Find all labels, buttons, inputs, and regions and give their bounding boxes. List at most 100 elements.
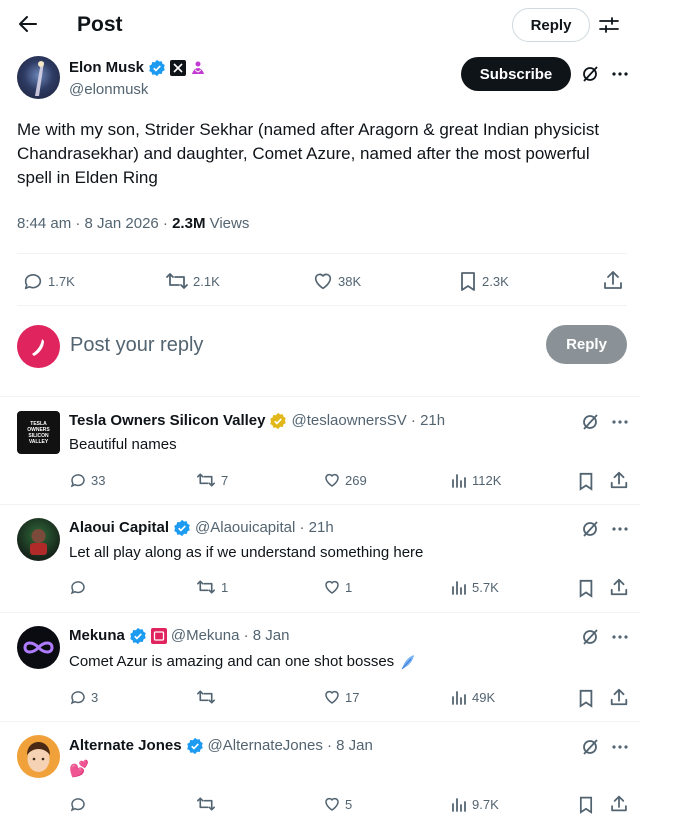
views-chart-icon: [450, 795, 468, 813]
bookmark-icon[interactable]: [577, 578, 595, 598]
reply-action[interactable]: 3: [69, 688, 98, 706]
heart-icon: [323, 688, 341, 706]
repost-icon: [195, 688, 217, 706]
heart-icon: [323, 795, 341, 813]
like-action[interactable]: 269: [323, 471, 367, 489]
verified-badge-icon: [186, 737, 204, 755]
reply-icon: [22, 270, 44, 292]
avatar-logo-text: TESLA OWNERS SILICON VALLEY: [27, 420, 50, 445]
post-meta: 8:44 am · 8 Jan 2026 · 2.3M Views: [17, 214, 249, 234]
reply-author-name[interactable]: Alaoui Capital: [69, 518, 169, 538]
author-name[interactable]: Elon Musk: [69, 58, 144, 78]
views-action[interactable]: 49K: [450, 688, 495, 706]
more-options-icon[interactable]: [610, 737, 630, 757]
reply-text-row: Comet Azur is amazing and can one shot b…: [69, 652, 417, 672]
like-action[interactable]: 17: [323, 688, 359, 706]
views-action[interactable]: 9.7K: [450, 795, 499, 813]
reply-action[interactable]: [69, 795, 91, 813]
repost-action[interactable]: [195, 688, 221, 706]
reply-header: Tesla Owners Silicon Valley @teslaowners…: [69, 411, 445, 431]
reply-handle-time[interactable]: @Alaouicapital · 21h: [195, 518, 334, 538]
reply-icon: [69, 688, 87, 706]
like-action[interactable]: 38K: [312, 270, 361, 292]
repost-action[interactable]: [195, 795, 221, 813]
reply-count: 1.7K: [48, 273, 75, 289]
more-options-icon[interactable]: [610, 519, 630, 539]
like-action[interactable]: 1: [323, 578, 352, 596]
reply-input[interactable]: Post your reply: [70, 332, 203, 358]
reply-action[interactable]: 33: [69, 471, 105, 489]
reply-handle-time[interactable]: @teslaownersSV · 21h: [291, 411, 445, 431]
divider: [17, 305, 627, 306]
bookmark-icon[interactable]: [577, 688, 595, 708]
reply-avatar[interactable]: TESLA OWNERS SILICON VALLEY: [17, 411, 60, 454]
divider: [17, 253, 627, 254]
reply-avatar[interactable]: [17, 626, 60, 669]
like-action[interactable]: 5: [323, 795, 352, 813]
share-icon: [602, 269, 624, 291]
share-icon[interactable]: [609, 577, 629, 597]
repost-count: 7: [221, 472, 229, 488]
reply-action[interactable]: [69, 578, 91, 596]
heart-icon: [312, 270, 334, 292]
subscribe-button[interactable]: Subscribe: [461, 57, 571, 91]
share-action[interactable]: [602, 269, 624, 291]
grok-icon[interactable]: [580, 519, 600, 539]
back-arrow-icon[interactable]: [16, 12, 40, 36]
repost-icon: [165, 270, 189, 292]
reply-text: Beautiful names: [69, 436, 177, 453]
verified-badge-icon: [173, 519, 191, 537]
share-icon[interactable]: [609, 794, 629, 813]
repost-icon: [195, 471, 217, 489]
filter-settings-icon[interactable]: [598, 14, 620, 36]
like-count: 1: [345, 579, 353, 595]
reply-avatar[interactable]: [17, 518, 60, 561]
divider: [0, 721, 640, 722]
views-action[interactable]: 112K: [450, 471, 501, 489]
views-chart-icon: [450, 471, 468, 489]
repost-action[interactable]: 1: [195, 578, 228, 596]
bookmark-icon[interactable]: [577, 471, 595, 491]
repost-count: 2.1K: [193, 273, 220, 289]
grok-icon[interactable]: [580, 412, 600, 432]
grok-icon[interactable]: [580, 737, 600, 757]
like-count: 17: [345, 689, 360, 705]
more-options-icon[interactable]: [610, 412, 630, 432]
bookmark-icon[interactable]: [577, 795, 595, 814]
reply-author-name[interactable]: Alternate Jones: [69, 736, 182, 756]
post-time[interactable]: 8:44 am · 8 Jan 2026 ·: [17, 215, 172, 232]
reply-author-name[interactable]: Mekuna: [69, 626, 125, 646]
repost-action[interactable]: 7: [195, 471, 228, 489]
views-chart-icon: [450, 578, 468, 596]
x-affiliate-badge-icon: [170, 60, 187, 76]
reply-handle-time[interactable]: @AlternateJones · 8 Jan: [208, 736, 373, 756]
more-options-icon[interactable]: [610, 627, 630, 647]
share-icon[interactable]: [609, 687, 629, 707]
reply-handle-time[interactable]: @Mekuna · 8 Jan: [171, 626, 290, 646]
divider: [0, 396, 640, 397]
repost-action[interactable]: 2.1K: [165, 270, 220, 292]
grok-icon[interactable]: [580, 64, 600, 84]
author-avatar[interactable]: [17, 56, 60, 99]
more-options-icon[interactable]: [610, 64, 630, 84]
reply-action[interactable]: 1.7K: [22, 270, 75, 292]
divider: [0, 612, 640, 613]
views-count: 9.7K: [472, 796, 499, 812]
reply-author-name[interactable]: Tesla Owners Silicon Valley: [69, 411, 265, 431]
post-text: Me with my son, Strider Sekhar (named af…: [17, 120, 600, 187]
reply-submit-button[interactable]: Reply: [546, 325, 627, 364]
views-action[interactable]: 5.7K: [450, 578, 499, 596]
views-chart-icon: [450, 688, 468, 706]
grok-icon[interactable]: [580, 627, 600, 647]
reply-text: Comet Azur is amazing and can one shot b…: [69, 653, 395, 670]
reply-header-button[interactable]: Reply: [512, 8, 590, 42]
bookmark-action[interactable]: 2.3K: [458, 270, 509, 292]
feather-emoji-icon: [399, 653, 417, 671]
verified-badge-icon: [148, 59, 166, 77]
bookmark-icon: [458, 270, 478, 292]
reply-avatar[interactable]: [17, 735, 60, 778]
author-handle[interactable]: @elonmusk: [69, 80, 148, 100]
share-icon[interactable]: [609, 470, 629, 490]
reply-header: Alternate Jones @AlternateJones · 8 Jan: [69, 736, 373, 756]
user-avatar[interactable]: [17, 325, 60, 368]
